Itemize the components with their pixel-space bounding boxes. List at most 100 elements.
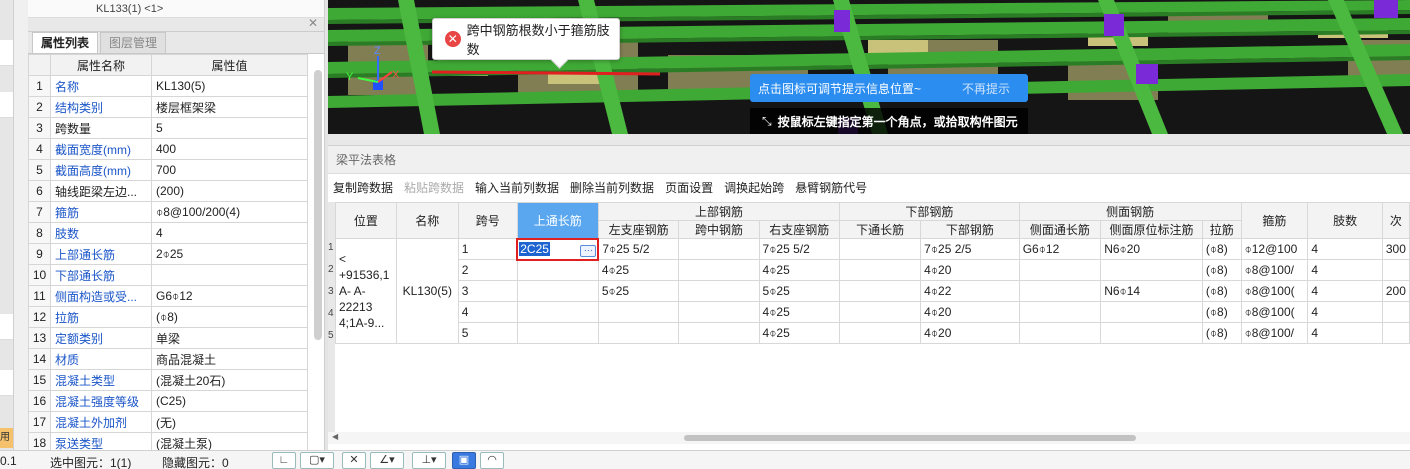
- extra-cell[interactable]: [1381, 259, 1410, 281]
- property-value[interactable]: 单梁: [151, 327, 308, 349]
- property-row[interactable]: 18 泵送类型 (混凝土泵): [28, 432, 308, 450]
- col-position[interactable]: 位置: [335, 202, 397, 239]
- property-value[interactable]: 4: [151, 222, 308, 244]
- top-through-value[interactable]: 2C25: [519, 241, 550, 256]
- property-value[interactable]: 楼层框架梁: [151, 96, 308, 118]
- ortho-icon[interactable]: ∟: [272, 452, 296, 469]
- strip-button[interactable]: [0, 370, 13, 396]
- cursor-move-icon[interactable]: ⤡: [762, 114, 772, 129]
- property-row[interactable]: 15 混凝土类型 (混凝土20石): [28, 369, 308, 391]
- table-row[interactable]: 4 4⌽25 4⌽20 (⌽8) ⌽8@100(4: [336, 301, 1410, 323]
- toolbar-button[interactable]: 悬臂钢筋代号: [795, 179, 867, 196]
- left-support-cell[interactable]: [597, 322, 680, 344]
- tab-layer-manager[interactable]: 图层管理: [100, 32, 167, 53]
- table-row[interactable]: 5 4⌽25 4⌽20 (⌽8) ⌽8@100/4: [336, 322, 1410, 344]
- span-cell[interactable]: 5: [457, 322, 518, 344]
- col-top-through-bar[interactable]: 上通长筋: [516, 202, 599, 239]
- col-bottom-bar[interactable]: 下部钢筋: [920, 220, 1020, 239]
- property-row[interactable]: 5 截面高度(mm) 700: [28, 159, 308, 181]
- right-support-cell[interactable]: 4⌽25: [758, 301, 841, 323]
- property-value[interactable]: ⌽8@100/200(4): [151, 201, 308, 223]
- legs-cell[interactable]: 4: [1307, 259, 1383, 281]
- row-header-number[interactable]: 5: [328, 330, 335, 342]
- property-row[interactable]: 4 截面宽度(mm) 400: [28, 138, 308, 160]
- mid-span-cell[interactable]: [678, 280, 760, 302]
- table-row[interactable]: 2 4⌽25 4⌽25 4⌽20 (⌽8) ⌽8@100/4: [336, 259, 1410, 281]
- mid-span-cell[interactable]: [678, 301, 760, 323]
- side-local-cell[interactable]: N6⌽14: [1100, 280, 1203, 302]
- property-value[interactable]: 商品混凝土: [151, 348, 308, 370]
- toolbar-button[interactable]: 删除当前列数据: [570, 179, 654, 196]
- extra-cell[interactable]: 200: [1381, 280, 1410, 302]
- col-side-through[interactable]: 侧面通长筋: [1018, 220, 1102, 239]
- col-tie[interactable]: 拉筋: [1201, 220, 1242, 239]
- col-legs[interactable]: 肢数: [1307, 202, 1383, 239]
- side-through-cell[interactable]: [1018, 259, 1102, 281]
- property-value[interactable]: KL130(5): [151, 75, 308, 97]
- row-header-number[interactable]: 3: [328, 286, 335, 298]
- left-support-cell[interactable]: 7⌽25 5/2: [597, 238, 680, 260]
- property-row[interactable]: 16 混凝土强度等级 (C25): [28, 390, 308, 412]
- property-row[interactable]: 12 拉筋 (⌽8): [28, 306, 308, 328]
- side-local-cell[interactable]: N6⌽20: [1100, 238, 1203, 260]
- property-value[interactable]: 2⌽25: [151, 243, 308, 265]
- left-support-cell[interactable]: [597, 301, 680, 323]
- toolbar-button[interactable]: 调换起始跨: [724, 179, 784, 196]
- legs-cell[interactable]: 4: [1307, 322, 1383, 344]
- property-row[interactable]: 6 轴线距梁左边... (200): [28, 180, 308, 202]
- cross-icon[interactable]: ✕: [342, 452, 366, 469]
- table-row[interactable]: 3 5⌽25 5⌽25 4⌽22 N6⌽14 (⌽8) ⌽8@100(4 200: [336, 280, 1410, 302]
- col-name[interactable]: 名称: [395, 202, 459, 239]
- tie-cell[interactable]: (⌽8): [1201, 280, 1242, 302]
- horizontal-scrollbar[interactable]: ◀: [328, 432, 1410, 444]
- row-header-number[interactable]: 2: [328, 264, 335, 276]
- row-header-number[interactable]: 4: [328, 308, 335, 320]
- toolbar-button[interactable]: 输入当前列数据: [475, 179, 559, 196]
- property-row[interactable]: 14 材质 商品混凝土: [28, 348, 308, 370]
- col-side-local[interactable]: 侧面原位标注筋: [1100, 220, 1203, 239]
- property-value[interactable]: G6⌽12: [151, 285, 308, 307]
- arc-icon[interactable]: ◠: [480, 452, 504, 469]
- strip-button[interactable]: [0, 314, 13, 340]
- property-value[interactable]: [151, 264, 308, 286]
- top-through-cell[interactable]: [516, 301, 599, 323]
- mid-span-cell[interactable]: [678, 322, 760, 344]
- stirrup-cell[interactable]: ⌽8@100(: [1240, 301, 1309, 323]
- stirrup-cell[interactable]: ⌽8@100/: [1240, 322, 1309, 344]
- side-through-cell[interactable]: [1018, 280, 1102, 302]
- property-row[interactable]: 2 结构类别 楼层框架梁: [28, 96, 308, 118]
- right-support-cell[interactable]: 7⌽25 5/2: [758, 238, 841, 260]
- bottom-through-cell[interactable]: [839, 322, 922, 344]
- side-through-cell[interactable]: [1018, 301, 1102, 323]
- property-value[interactable]: (⌽8): [151, 306, 308, 328]
- 3d-viewport[interactable]: Z Y X ✕ 跨中钢筋根数小于箍筋肢数 点击图标可调节提示信息位置~ 不再提示…: [328, 0, 1410, 134]
- bottom-bar-cell[interactable]: 4⌽20: [920, 322, 1020, 344]
- span-cell[interactable]: 1: [457, 238, 518, 260]
- property-value[interactable]: 400: [151, 138, 308, 160]
- span-cell[interactable]: 2: [457, 259, 518, 281]
- legs-cell[interactable]: 4: [1307, 301, 1383, 323]
- col-span[interactable]: 跨号: [457, 202, 518, 239]
- more-options-icon[interactable]: ···: [580, 244, 597, 257]
- col-bottom-through[interactable]: 下通长筋: [839, 220, 922, 239]
- side-through-cell[interactable]: [1018, 322, 1102, 344]
- scroll-thumb[interactable]: [684, 435, 1136, 441]
- bottom-bar-cell[interactable]: 4⌽22: [920, 280, 1020, 302]
- mid-span-cell[interactable]: [678, 238, 760, 260]
- right-support-cell[interactable]: 5⌽25: [758, 280, 841, 302]
- position-cell[interactable]: < +91536,1 A- A-22213 4;1A-9...: [335, 238, 397, 344]
- extra-cell[interactable]: 300: [1381, 238, 1410, 260]
- bottom-through-cell[interactable]: [839, 280, 922, 302]
- toolbar-button[interactable]: 复制跨数据: [333, 179, 393, 196]
- top-through-cell[interactable]: [516, 322, 599, 344]
- stirrup-cell[interactable]: ⌽12@100: [1240, 238, 1309, 260]
- close-icon[interactable]: ✕: [308, 16, 318, 30]
- strip-button[interactable]: [0, 92, 13, 118]
- legs-cell[interactable]: 4: [1307, 238, 1383, 260]
- property-value[interactable]: (混凝土20石): [151, 369, 308, 391]
- row-header-number[interactable]: 1: [328, 242, 335, 254]
- dont-show-again-button[interactable]: 不再提示: [962, 80, 1010, 97]
- tie-cell[interactable]: (⌽8): [1201, 322, 1242, 344]
- property-value[interactable]: (200): [151, 180, 308, 202]
- stirrup-cell[interactable]: ⌽8@100(: [1240, 280, 1309, 302]
